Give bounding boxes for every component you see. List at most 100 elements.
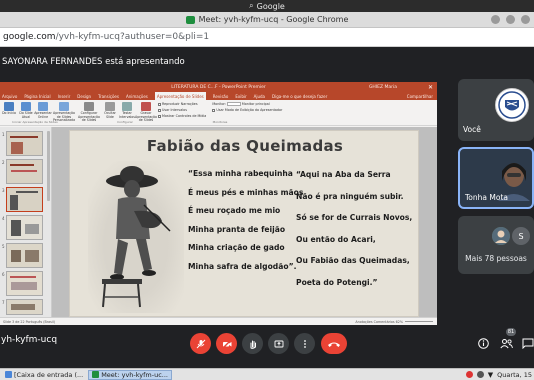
- taskbar-item-label: Meet: yvh-kyfm-uc...: [101, 370, 168, 379]
- ppt-tab: Ajuda: [253, 93, 265, 99]
- avatar-letter: S: [512, 227, 530, 245]
- thumb-line: [10, 276, 36, 278]
- leave-call-button[interactable]: [321, 333, 347, 354]
- chat-icon: [522, 338, 534, 349]
- slide: Fabião das Queimadas “Essa minha rabequi…: [69, 130, 419, 317]
- hang-up-icon: [328, 342, 340, 347]
- thumbnail-scrollbar: [47, 131, 50, 201]
- ribbon-button: Apresentar Online: [34, 102, 52, 119]
- present-screen-button[interactable]: [268, 333, 289, 354]
- window-controls: [491, 15, 530, 24]
- slide-thumbnail: 6: [2, 271, 43, 296]
- thumb-line: [10, 136, 38, 138]
- ppt-tell-me: Diga-me o que deseja fazer: [272, 93, 328, 99]
- verse-line: “Essa minha rabequinha: [188, 169, 293, 178]
- verse-line: Ou Fabião das Queimadas,: [296, 256, 410, 266]
- participant-tile-self[interactable]: Você: [458, 79, 534, 141]
- mic-toggle-button[interactable]: [190, 333, 211, 354]
- slide-canvas: Fabião das Queimadas “Essa minha rabequi…: [52, 127, 437, 317]
- online-icon: [38, 102, 48, 111]
- taskbar-item-meet[interactable]: Meet: yvh-kyfm-uc...: [88, 369, 172, 380]
- slide-thumbnail: 5: [2, 243, 43, 268]
- monitor-select: [226, 102, 241, 106]
- hide-slide-icon: [105, 102, 115, 111]
- ppt-titlebar: LITERATURA DE C...F - PowerPoint Premier…: [0, 82, 437, 92]
- address-path: /yvh-kyfm-ucq?authuser=0&pli=1: [55, 32, 210, 42]
- window-title: Meet: yvh-kyfm-ucq - Google Chrome: [198, 15, 349, 24]
- meeting-details-button[interactable]: [475, 335, 491, 351]
- avatar: [492, 227, 510, 245]
- info-icon: [477, 337, 489, 349]
- ppt-tab-active: Apresentação de Slides: [154, 92, 206, 100]
- verse-line: Poeta do Potengi.”: [296, 277, 378, 287]
- thumb-image: [11, 220, 21, 236]
- ppt-ribbon-tabs: Arquivo Página Inicial Inserir Design Tr…: [0, 92, 437, 100]
- participant-name: Tonha Mota: [465, 193, 508, 202]
- ppt-tab: Animações: [125, 93, 148, 99]
- verse-line: É meu roçado me mio: [188, 206, 281, 216]
- user-icon[interactable]: [476, 371, 484, 378]
- verse-line: “Aqui na Aba da Serra: [296, 170, 391, 179]
- os-taskbar: [Caixa de entrada (... Meet: yvh-kyfm-uc…: [0, 368, 534, 380]
- school-crest-icon: [498, 91, 526, 119]
- thumb-image: [11, 142, 23, 154]
- thumb-line: [16, 191, 38, 193]
- meet-favicon-icon: [185, 15, 195, 24]
- ribbon-button: Ocultar Slide: [103, 102, 117, 119]
- slide-thumbnail: 7: [2, 299, 43, 315]
- present-icon: [274, 340, 283, 347]
- volume-icon[interactable]: ▼: [488, 371, 493, 379]
- fabiao-photo: [88, 161, 184, 313]
- address-bar[interactable]: google.com/yvh-kyfm-ucq?authuser=0&pli=1: [0, 28, 534, 47]
- taskbar-item-mail[interactable]: [Caixa de entrada (...: [2, 370, 86, 380]
- participant-name: Você: [463, 125, 481, 134]
- slideshow-icon: [4, 102, 14, 111]
- hand-icon: [250, 340, 256, 349]
- participants-count-badge: 81: [506, 328, 516, 336]
- thumb-image: [11, 304, 35, 310]
- participants-button[interactable]: [498, 335, 514, 351]
- ppt-share: Compartilhar: [406, 93, 433, 99]
- ppt-zoom: Anotações Comentários 62%: [355, 320, 433, 324]
- maximize-icon[interactable]: [506, 15, 515, 24]
- timer-icon: [122, 102, 132, 111]
- mic-off-icon: [196, 339, 205, 348]
- slide-title: Fabião das Queimadas: [146, 137, 344, 155]
- checkbox-icon: [158, 114, 161, 118]
- update-icon[interactable]: [465, 371, 473, 378]
- checkbox-icon: [158, 108, 161, 112]
- ppt-close-icon: ✕: [427, 83, 433, 91]
- chat-button[interactable]: [520, 335, 534, 351]
- verses-left: “Essa minha rabequinha É meus pés e minh…: [188, 169, 303, 281]
- address-domain: google.com: [3, 32, 56, 42]
- search-icon[interactable]: ⌕: [249, 1, 253, 11]
- slide-thumbnail: 2: [2, 159, 43, 184]
- close-icon[interactable]: [521, 15, 530, 24]
- more-options-button[interactable]: [294, 333, 315, 354]
- thumb-line: [10, 164, 34, 166]
- slide-thumbnails: 1 2 3 4 5 6 7: [0, 127, 52, 317]
- setup-icon: [84, 102, 94, 111]
- taskbar-item-label: [Caixa de entrada (...: [14, 370, 84, 379]
- slideshow-icon: [21, 102, 31, 111]
- thumb-image: [10, 195, 18, 210]
- ribbon-button: Testar Intervalos: [119, 102, 135, 119]
- minimize-icon[interactable]: [491, 15, 500, 24]
- thumb-text: [11, 170, 37, 172]
- ribbon-group-labels: Iniciar Apresentação de Slides Configura…: [12, 120, 228, 124]
- ppt-tab: Página Inicial: [24, 93, 51, 99]
- ppt-user: GHIEZ Maria: [368, 84, 397, 90]
- thunderbird-icon: [5, 371, 12, 378]
- verse-line: Não é pra ninguém subir.: [296, 191, 404, 201]
- people-icon: [499, 338, 513, 348]
- camera-toggle-button[interactable]: [216, 333, 237, 354]
- raise-hand-button[interactable]: [242, 333, 263, 354]
- slide-thumbnail: 1: [2, 131, 43, 156]
- more-participants-tile[interactable]: S Mais 78 pessoas: [458, 216, 534, 274]
- more-participants-label: Mais 78 pessoas: [465, 254, 527, 263]
- participant-tile[interactable]: Tonha Mota: [458, 147, 534, 209]
- ppt-tab: Exibir: [235, 93, 247, 99]
- ppt-tab: Transições: [98, 93, 119, 99]
- ppt-window-title: LITERATURA DE C...F - PowerPoint Premier: [171, 84, 266, 90]
- ppt-tab: Revisão: [212, 93, 229, 99]
